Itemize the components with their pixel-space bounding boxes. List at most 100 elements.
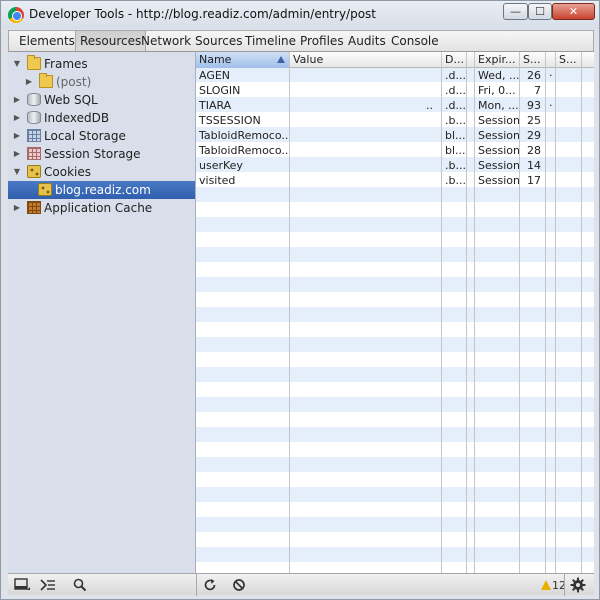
cookie-icon	[38, 183, 52, 196]
table-row[interactable]: TabloidRemoco... bl... Session 29	[196, 128, 594, 143]
minimize-button[interactable]: —	[503, 3, 528, 20]
table-row[interactable]: TSSESSION .b... Session 25	[196, 113, 594, 128]
cell-name: TSSESSION	[199, 114, 261, 127]
cell-http	[546, 143, 555, 158]
table-row[interactable]: userKey .b... Session 14	[196, 158, 594, 173]
sidebar-item-label: Cookies	[44, 165, 91, 179]
cell-size: 28	[527, 144, 541, 157]
tab-elements[interactable]: Elements	[15, 31, 79, 51]
tab-resources[interactable]: Resources	[75, 31, 147, 51]
storage-grid-icon	[27, 129, 41, 142]
refresh-button[interactable]	[199, 576, 221, 593]
cell-name: TabloidRemoco...	[199, 129, 289, 142]
tab-console[interactable]: Console	[387, 31, 443, 51]
collapsed-triangle-icon[interactable]: ▶	[12, 109, 22, 127]
cell-value	[290, 173, 441, 188]
sidebar-item-indexeddb[interactable]: ▶ IndexedDB	[8, 109, 195, 127]
column-header-path[interactable]	[467, 52, 474, 68]
column-header-expires[interactable]: Expir...	[475, 52, 519, 68]
cell-domain: .b...	[445, 114, 466, 127]
collapsed-triangle-icon[interactable]: ▶	[12, 199, 22, 217]
column-header-domain[interactable]: D...	[442, 52, 466, 68]
sidebar-item-blog-readiz-com[interactable]: blog.readiz.com	[8, 181, 195, 199]
cell-name: TIARA	[199, 99, 232, 112]
column-header-http[interactable]	[546, 52, 555, 68]
app-cache-icon	[27, 201, 41, 214]
database-icon	[27, 93, 41, 106]
cell-domain: .b...	[445, 174, 466, 187]
cell-name: AGEN	[199, 69, 231, 82]
collapsed-triangle-icon[interactable]: ▶	[12, 145, 22, 163]
clear-icon	[233, 578, 245, 591]
cell-value	[290, 83, 441, 98]
cell-value: ..	[426, 99, 433, 112]
column-header-value[interactable]: Value	[290, 52, 441, 68]
cell-value	[290, 128, 441, 143]
table-row[interactable]: TabloidRemoco... bl... Session 28	[196, 143, 594, 158]
sidebar-item-label: Web SQL	[44, 93, 98, 107]
sidebar-item-label: Local Storage	[44, 129, 126, 143]
cell-name: userKey	[199, 159, 243, 172]
tab-network[interactable]: Network	[137, 31, 195, 51]
tab-audits[interactable]: Audits	[344, 31, 390, 51]
sidebar-item-session-storage[interactable]: ▶ Session Storage	[8, 145, 195, 163]
tab-profiles[interactable]: Profiles	[296, 31, 348, 51]
sidebar-item-label: IndexedDB	[44, 111, 110, 125]
cell-http	[546, 113, 555, 128]
table-row[interactable]: visited .b... Session 17	[196, 173, 594, 188]
sidebar-item-label: Frames	[44, 57, 88, 71]
table-row[interactable]: SLOGIN .d... Fri, 0... 7	[196, 83, 594, 98]
cell-size: 25	[527, 114, 541, 127]
settings-button[interactable]	[567, 576, 589, 593]
maximize-button[interactable]: ☐	[528, 3, 552, 20]
show-console-button[interactable]	[37, 576, 59, 593]
cell-http	[546, 128, 555, 143]
close-button[interactable]: ✕	[552, 3, 595, 20]
cell-size: 29	[527, 129, 541, 142]
sidebar-item-label: Application Cache	[44, 201, 153, 215]
tab-sources[interactable]: Sources	[191, 31, 246, 51]
expanded-triangle-icon[interactable]: ▼	[12, 55, 22, 73]
cookie-table: Name Value D... Expir... S... S... AGEN …	[196, 52, 594, 573]
sidebar-item-cookies[interactable]: ▼ Cookies	[8, 163, 195, 181]
collapsed-triangle-icon[interactable]: ▶	[12, 91, 22, 109]
gear-icon	[570, 577, 586, 592]
sidebar-item-frames[interactable]: ▼ Frames	[8, 55, 195, 73]
sidebar-item-application-cache[interactable]: ▶ Application Cache	[8, 199, 195, 217]
search-icon	[73, 578, 87, 591]
cell-size: 7	[534, 84, 541, 97]
collapsed-triangle-icon[interactable]: ▶	[12, 127, 22, 145]
column-header-name[interactable]: Name	[196, 52, 289, 68]
panel-tabs: Elements Resources Network Sources Timel…	[8, 30, 594, 52]
column-header-size[interactable]: S...	[520, 52, 545, 68]
sidebar-item-local-storage[interactable]: ▶ Local Storage	[8, 127, 195, 145]
storage-grid-icon	[27, 147, 41, 160]
dock-side-button[interactable]	[11, 576, 33, 593]
table-row[interactable]: AGEN .d... Wed, ... 26 ·	[196, 68, 594, 83]
database-icon	[27, 111, 41, 124]
cell-http	[546, 158, 555, 173]
sidebar-item-web-sql[interactable]: ▶ Web SQL	[8, 91, 195, 109]
table-row[interactable]: TIARA .. .d... Mon, ... 93 ·	[196, 98, 594, 113]
cell-domain: bl...	[445, 144, 466, 157]
clear-button[interactable]	[228, 576, 250, 593]
cell-expires: Wed, ...	[478, 69, 519, 82]
cell-domain: .d...	[445, 99, 466, 112]
sidebar-item-post-frame[interactable]: ▶ (post)	[8, 73, 195, 91]
cell-size: 93	[527, 99, 541, 112]
cell-expires: Session	[478, 174, 519, 187]
status-bar: 12	[8, 573, 594, 596]
column-header-secure[interactable]: S...	[556, 52, 582, 68]
cell-domain: .d...	[445, 84, 466, 97]
cell-http: ·	[549, 99, 553, 112]
collapsed-triangle-icon[interactable]: ▶	[24, 73, 34, 91]
tab-timeline[interactable]: Timeline	[241, 31, 300, 51]
title-bar[interactable]: Developer Tools - http://blog.readiz.com…	[1, 1, 599, 29]
chrome-logo-icon	[8, 7, 24, 23]
cell-name: SLOGIN	[199, 84, 241, 97]
search-button[interactable]	[69, 576, 91, 593]
warning-counter[interactable]: 12	[541, 577, 566, 593]
expanded-triangle-icon[interactable]: ▼	[12, 163, 22, 181]
cell-value	[290, 113, 441, 128]
cell-expires: Mon, ...	[478, 99, 519, 112]
